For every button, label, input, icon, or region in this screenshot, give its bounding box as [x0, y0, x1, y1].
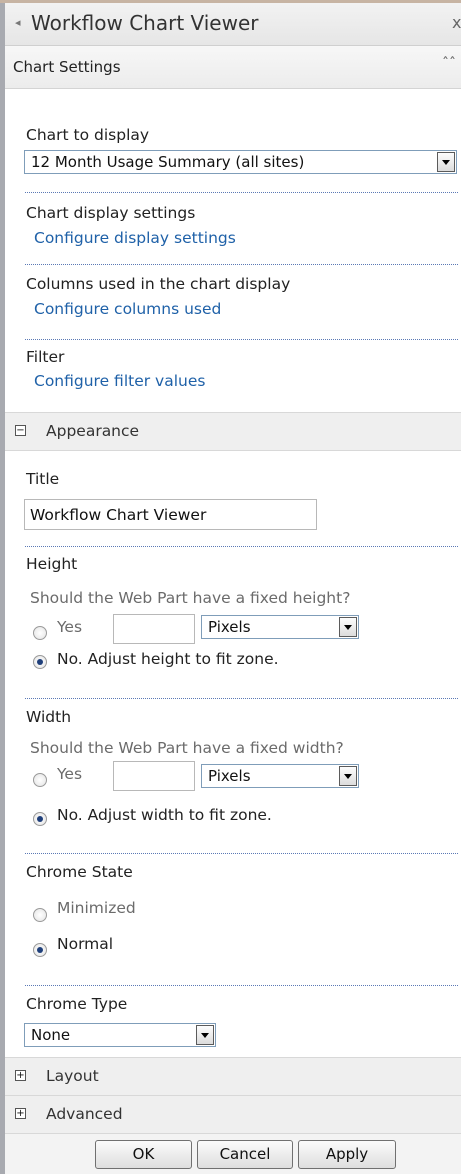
- chart-to-display-label: Chart to display: [26, 126, 150, 144]
- filter-label: Filter: [26, 348, 65, 366]
- chevron-down-icon[interactable]: [339, 617, 357, 637]
- separator: [25, 339, 458, 340]
- width-yes-radio[interactable]: [33, 773, 47, 787]
- width-pixels-input[interactable]: [113, 761, 195, 791]
- title-input-value: Workflow Chart Viewer: [30, 506, 207, 524]
- separator: [25, 546, 458, 547]
- chart-settings-label: Chart Settings: [13, 58, 121, 76]
- chrome-type-select[interactable]: None: [24, 1023, 216, 1047]
- height-unit-value: Pixels: [208, 618, 251, 636]
- width-unit-select[interactable]: Pixels: [201, 764, 359, 788]
- configure-filter-link[interactable]: Configure filter values: [34, 372, 205, 390]
- separator: [25, 264, 458, 265]
- appearance-section-header[interactable]: − Appearance: [5, 412, 461, 451]
- height-pixels-input[interactable]: [113, 614, 195, 644]
- height-question: Should the Web Part have a fixed height?: [30, 589, 351, 607]
- advanced-section-header[interactable]: + Advanced: [5, 1095, 461, 1134]
- appearance-label: Appearance: [46, 422, 140, 440]
- chrome-type-label: Chrome Type: [26, 995, 128, 1013]
- separator: [25, 192, 458, 193]
- layout-section-header[interactable]: + Layout: [5, 1057, 461, 1096]
- configure-display-settings-link[interactable]: Configure display settings: [34, 229, 236, 247]
- close-icon[interactable]: x: [452, 13, 461, 32]
- button-bar: OK Cancel Apply: [5, 1134, 461, 1174]
- chrome-state-normal-label: Normal: [57, 935, 114, 953]
- height-unit-select[interactable]: Pixels: [201, 615, 359, 639]
- height-label: Height: [26, 555, 78, 573]
- tool-pane-header: ◂ Workflow Chart Viewer x: [5, 3, 461, 46]
- chrome-type-value: None: [31, 1026, 71, 1044]
- width-unit-value: Pixels: [208, 767, 251, 785]
- collapse-icon[interactable]: ˆˆ: [442, 56, 456, 72]
- collapse-minus-icon[interactable]: −: [15, 425, 26, 436]
- chrome-state-minimized-label: Minimized: [57, 899, 136, 917]
- chrome-state-minimized-radio[interactable]: [33, 908, 47, 922]
- expand-plus-icon[interactable]: +: [15, 1070, 26, 1081]
- height-no-radio[interactable]: [33, 655, 47, 669]
- expand-plus-icon[interactable]: +: [15, 1108, 26, 1119]
- display-settings-label: Chart display settings: [26, 204, 196, 222]
- height-no-label: No. Adjust height to fit zone.: [57, 650, 279, 668]
- configure-columns-link[interactable]: Configure columns used: [34, 300, 221, 318]
- width-question: Should the Web Part have a fixed width?: [30, 739, 344, 757]
- apply-button[interactable]: Apply: [298, 1140, 396, 1169]
- width-no-label: No. Adjust width to fit zone.: [57, 806, 272, 824]
- title-input[interactable]: Workflow Chart Viewer: [24, 499, 317, 530]
- title-label: Title: [26, 470, 60, 488]
- chevron-down-icon[interactable]: [196, 1025, 214, 1045]
- chevron-down-icon[interactable]: [437, 152, 455, 172]
- separator: [25, 853, 458, 854]
- chrome-state-label: Chrome State: [26, 863, 133, 881]
- advanced-label: Advanced: [46, 1105, 123, 1123]
- chrome-state-normal-radio[interactable]: [33, 943, 47, 957]
- layout-label: Layout: [46, 1067, 99, 1085]
- chart-settings-header[interactable]: Chart Settings ˆˆ: [5, 46, 461, 89]
- chevron-down-icon[interactable]: [339, 766, 357, 786]
- width-no-radio[interactable]: [33, 812, 47, 826]
- height-yes-label: Yes: [57, 618, 83, 636]
- cancel-button[interactable]: Cancel: [197, 1140, 293, 1169]
- height-yes-radio[interactable]: [33, 626, 47, 640]
- tool-pane-title: Workflow Chart Viewer: [31, 11, 259, 35]
- chart-to-display-select[interactable]: 12 Month Usage Summary (all sites): [24, 150, 457, 174]
- columns-label: Columns used in the chart display: [26, 275, 291, 293]
- separator: [25, 985, 458, 986]
- ok-button[interactable]: OK: [95, 1140, 192, 1169]
- width-label: Width: [26, 708, 72, 726]
- back-arrow-icon[interactable]: ◂: [15, 16, 21, 29]
- width-yes-label: Yes: [57, 765, 83, 783]
- separator: [25, 698, 458, 699]
- chart-to-display-value: 12 Month Usage Summary (all sites): [31, 153, 305, 171]
